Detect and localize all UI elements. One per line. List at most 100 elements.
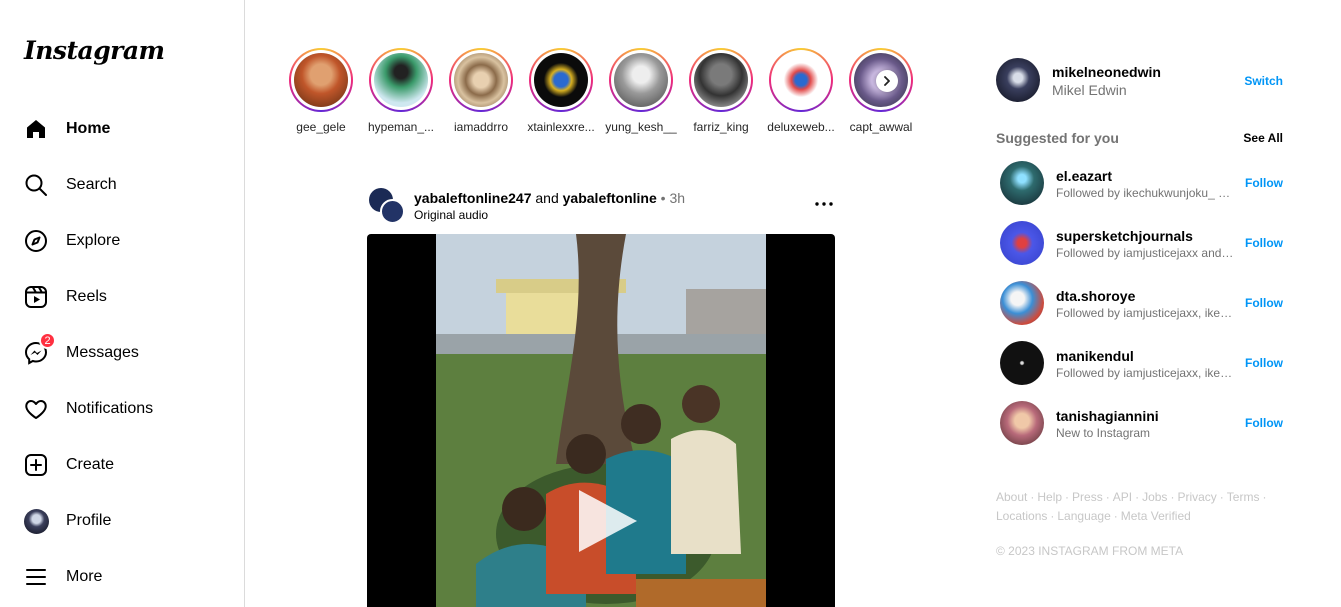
nav-profile-label: Profile — [66, 512, 112, 529]
follow-button[interactable]: Follow — [1245, 296, 1283, 310]
nav-notifications[interactable]: Notifications — [22, 393, 222, 425]
reels-icon — [22, 283, 50, 311]
avatar[interactable] — [1000, 281, 1044, 325]
stories-next-button[interactable] — [876, 70, 898, 92]
suggested-username[interactable]: el.eazart — [1056, 168, 1112, 184]
post-and-text: and — [535, 190, 559, 206]
story-username: deluxeweb... — [767, 120, 835, 134]
story-item[interactable]: hypeman_... — [368, 48, 434, 134]
story-avatar — [374, 53, 428, 107]
post-authors: yabaleftonline247 and yabaleftonline • 3… — [414, 190, 685, 206]
footer-sep: · — [1050, 509, 1055, 523]
follow-button[interactable]: Follow — [1245, 176, 1283, 190]
compass-icon — [22, 227, 50, 255]
avatar[interactable] — [1000, 161, 1044, 205]
suggested-username[interactable]: manikendul — [1056, 348, 1134, 364]
messages-badge: 2 — [39, 332, 56, 349]
current-user-card: mikelneonedwin Mikel Edwin Switch — [996, 58, 1286, 104]
story-item[interactable]: deluxeweb... — [767, 48, 835, 134]
story-item[interactable]: xtainlexxre... — [527, 48, 595, 134]
footer-link[interactable]: Jobs — [1142, 490, 1167, 504]
suggested-item: supersketchjournals Followed by iamjusti… — [1000, 221, 1283, 265]
nav-profile[interactable]: Profile — [22, 505, 222, 537]
suggested-item: manikendul Followed by iamjusticejaxx, i… — [1000, 341, 1283, 385]
footer-links: About · Help · Press · API · Jobs · Privacy · Terms ·… — [996, 488, 1286, 526]
suggested-item: tanishagiannini New to Instagram Follow — [1000, 401, 1283, 445]
suggested-item: el.eazart Followed by ikechukwunjoku_ + … — [1000, 161, 1283, 205]
avatar[interactable] — [996, 58, 1040, 102]
messenger-icon: 2 — [22, 332, 56, 367]
current-username[interactable]: mikelneonedwin — [1052, 64, 1161, 80]
story-item[interactable]: iamaddrro — [449, 48, 513, 134]
suggested-title: Suggested for you — [996, 130, 1119, 146]
nav-home[interactable]: Home — [22, 113, 222, 145]
nav-create-label: Create — [66, 456, 115, 473]
nav-more[interactable]: More — [22, 561, 222, 593]
story-username: xtainlexxre... — [527, 120, 595, 134]
post-more-button[interactable] — [814, 194, 834, 214]
post-media[interactable] — [367, 234, 835, 607]
footer-link[interactable]: API — [1113, 490, 1132, 504]
nav-notifications-label: Notifications — [66, 400, 154, 417]
copyright: © 2023 INSTAGRAM FROM META — [996, 544, 1184, 558]
footer-link[interactable]: Press — [1072, 490, 1103, 504]
footer-sep: · — [1219, 490, 1224, 504]
suggested-username[interactable]: dta.shoroye — [1056, 288, 1135, 304]
footer-link[interactable]: Privacy — [1177, 490, 1216, 504]
footer-link[interactable]: Meta Verified — [1121, 509, 1191, 523]
story-avatar — [294, 53, 348, 107]
post-video[interactable] — [436, 234, 766, 607]
instagram-logo[interactable]: Instagram — [24, 36, 165, 65]
footer-link[interactable]: About — [996, 490, 1027, 504]
story-avatar — [614, 53, 668, 107]
avatar[interactable] — [1000, 341, 1044, 385]
story-username: iamaddrro — [453, 120, 509, 134]
suggested-header: Suggested for you See All — [996, 130, 1283, 146]
footer-sep: · — [1170, 490, 1175, 504]
plus-square-icon — [22, 451, 50, 479]
footer-link[interactable]: Language — [1057, 509, 1110, 523]
footer-sep: · — [1113, 509, 1118, 523]
post-audio-link[interactable]: Original audio — [414, 208, 488, 222]
footer-sep: · — [1262, 490, 1267, 504]
footer-sep: · — [1135, 490, 1140, 504]
nav-more-label: More — [66, 568, 103, 585]
see-all-button[interactable]: See All — [1243, 131, 1283, 145]
nav-create[interactable]: Create — [22, 449, 222, 481]
avatar — [22, 507, 50, 535]
post-author-link[interactable]: yabaleftonline247 — [414, 190, 532, 206]
play-icon[interactable] — [571, 486, 641, 556]
avatar[interactable] — [1000, 401, 1044, 445]
post-coauthor-link[interactable]: yabaleftonline — [563, 190, 657, 206]
follow-button[interactable]: Follow — [1245, 416, 1283, 430]
switch-account-button[interactable]: Switch — [1244, 74, 1283, 88]
stories-tray: gee_gele hypeman_... iamaddrro xtainlexx… — [289, 48, 929, 138]
nav-explore[interactable]: Explore — [22, 225, 222, 257]
avatar[interactable] — [1000, 221, 1044, 265]
story-item[interactable]: gee_gele — [289, 48, 353, 134]
story-item[interactable]: capt_awwal — [849, 48, 913, 134]
footer-sep: · — [1030, 490, 1035, 504]
nav-search[interactable]: Search — [22, 169, 222, 201]
suggested-username[interactable]: supersketchjournals — [1056, 228, 1193, 244]
post-header: yabaleftonline247 and yabaleftonline • 3… — [367, 186, 837, 226]
follow-button[interactable]: Follow — [1245, 236, 1283, 250]
nav-search-label: Search — [66, 176, 117, 193]
follow-button[interactable]: Follow — [1245, 356, 1283, 370]
story-avatar — [694, 53, 748, 107]
story-item[interactable]: farriz_king — [689, 48, 753, 134]
story-avatar — [454, 53, 508, 107]
nav-reels[interactable]: Reels — [22, 281, 222, 313]
post-avatars[interactable] — [369, 188, 405, 224]
post-time[interactable]: 3h — [669, 190, 685, 206]
nav-explore-label: Explore — [66, 232, 121, 249]
home-icon — [22, 115, 50, 143]
story-username: hypeman_... — [367, 120, 435, 134]
story-username: gee_gele — [296, 120, 346, 134]
footer-link[interactable]: Locations — [996, 509, 1047, 523]
footer-link[interactable]: Terms — [1227, 490, 1260, 504]
story-item[interactable]: yung_kesh__ — [605, 48, 677, 134]
nav-messages[interactable]: 2 Messages — [22, 332, 222, 369]
footer-link[interactable]: Help — [1037, 490, 1062, 504]
suggested-username[interactable]: tanishagiannini — [1056, 408, 1159, 424]
